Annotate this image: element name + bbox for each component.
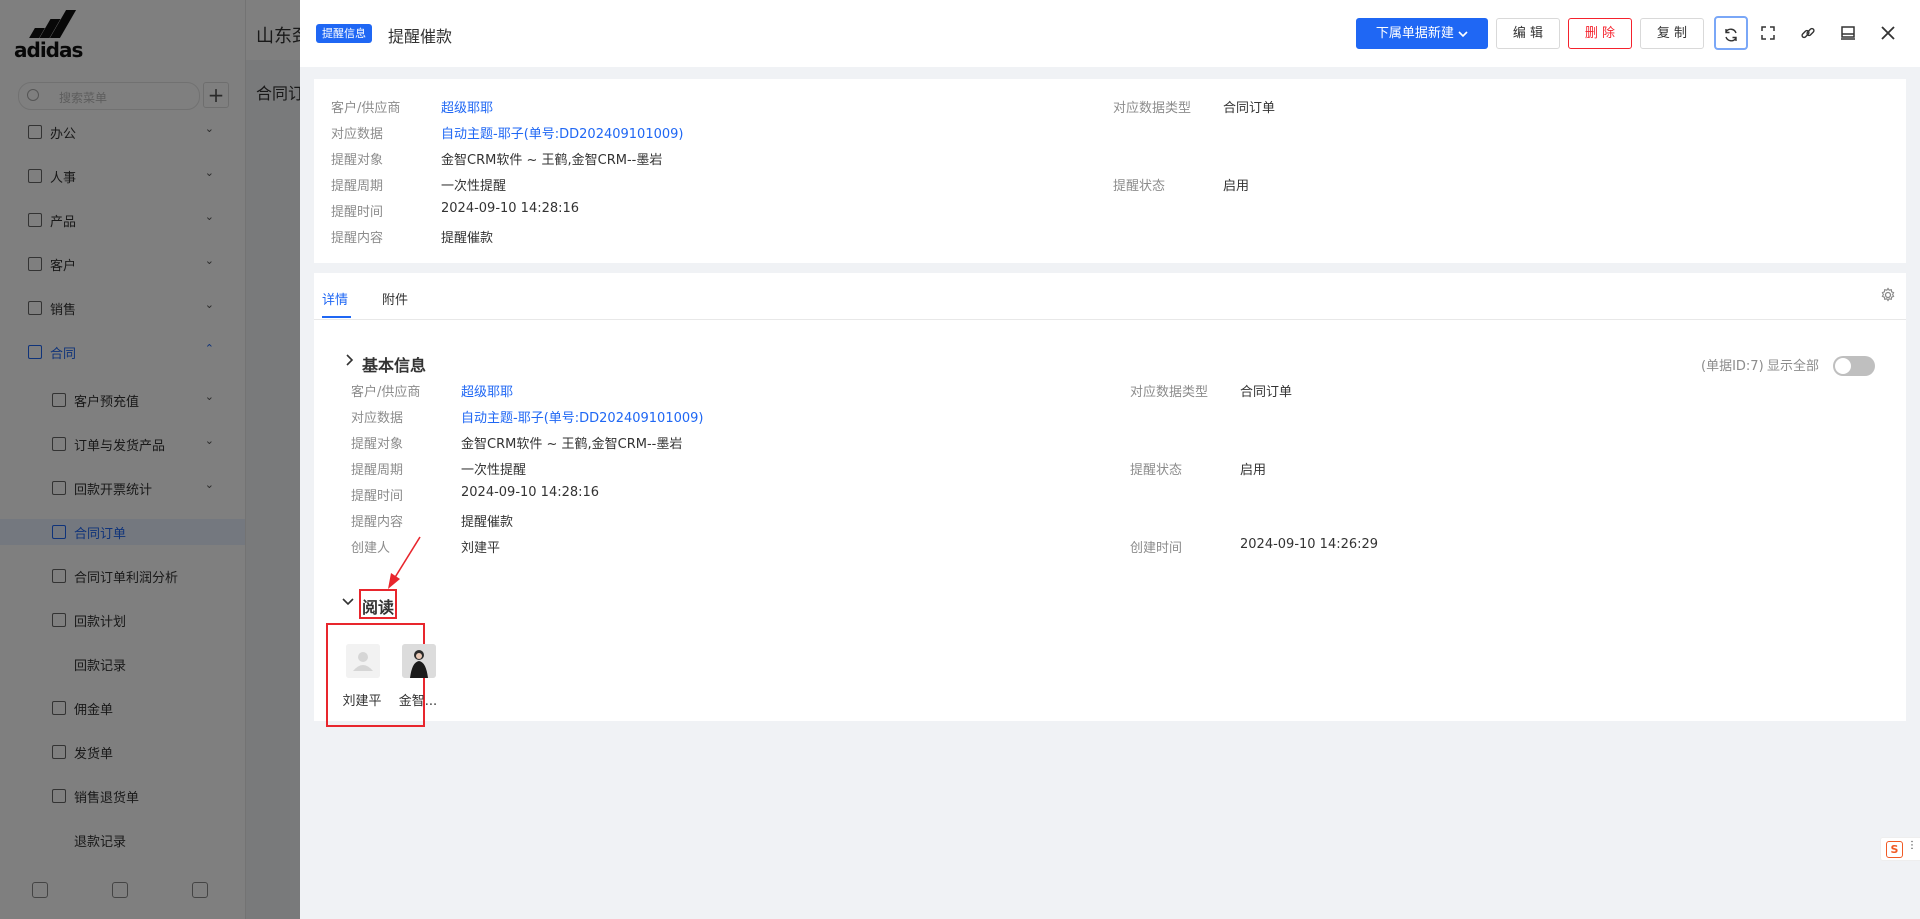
edit-button[interactable]: 编 辑 (1496, 18, 1560, 49)
reader-name: 刘建平 (342, 694, 382, 709)
field-value: 提醒催款 (441, 231, 494, 246)
field-label: 客户/供应商 (331, 101, 401, 116)
field-value: 启用 (1240, 463, 1267, 478)
field-value: 提醒催款 (461, 515, 514, 530)
window-icon[interactable] (1835, 20, 1861, 46)
field-label: 提醒时间 (351, 489, 404, 504)
field-value: 金智CRM软件 ~ 王鹤,金智CRM--墨岩 (441, 153, 663, 168)
new-sub-document-button[interactable]: 下属单据新建 (1356, 18, 1488, 49)
show-all-toggle[interactable] (1833, 356, 1875, 376)
tab-details[interactable]: 详情 (322, 289, 348, 308)
field-label: 提醒对象 (331, 153, 384, 168)
document-id: (单据ID:7) (1701, 359, 1764, 374)
tab-bar: 详情 附件 (314, 273, 1906, 320)
field-label: 提醒内容 (351, 515, 404, 530)
gear-icon[interactable] (1880, 287, 1896, 303)
field-value: 启用 (1223, 179, 1250, 194)
chevron-down-icon (1458, 30, 1468, 37)
section-title-basic-info[interactable]: 基本信息 (362, 352, 426, 376)
reader-item[interactable]: 金智... (392, 644, 442, 724)
chevron-right-icon[interactable] (344, 354, 354, 370)
drawer-title: 提醒催款 (388, 27, 453, 46)
reader-item[interactable]: 刘建平 (336, 644, 386, 724)
chevron-down-icon[interactable] (342, 595, 354, 610)
field-label: 创建时间 (1130, 541, 1183, 556)
field-label: 对应数据类型 (1113, 101, 1192, 116)
field-value: 金智CRM软件 ~ 王鹤,金智CRM--墨岩 (461, 437, 683, 452)
toggle-knob (1835, 358, 1851, 374)
detail-card: 详情 附件 基本信息 (单据ID:7) 显示全部 客户/供应商 超级耶耶 对应数… (314, 273, 1906, 727)
dropdown-icon: ⋮ (1907, 840, 1917, 851)
tab-attachments[interactable]: 附件 (382, 289, 408, 308)
close-icon[interactable] (1875, 20, 1901, 46)
annotation-arrow-icon (388, 536, 421, 589)
field-label: 提醒状态 (1113, 179, 1166, 194)
related-data-link[interactable]: 自动主题-耶子(单号:DD202409101009) (461, 407, 704, 426)
customer-link[interactable]: 超级耶耶 (441, 97, 493, 116)
field-value: 一次性提醒 (441, 179, 507, 194)
detail-drawer: 提醒信息 提醒催款 下属单据新建 编 辑 删 除 复 制 客户/供应商 超级耶耶… (300, 0, 1920, 919)
field-label: 对应数据类型 (1130, 385, 1209, 400)
field-value: 一次性提醒 (461, 463, 527, 478)
refresh-icon[interactable] (1714, 16, 1748, 50)
related-data-link[interactable]: 自动主题-耶子(单号:DD202409101009) (441, 123, 684, 142)
field-label: 对应数据 (351, 411, 404, 426)
field-value: 2024-09-10 14:26:29 (1240, 537, 1379, 552)
field-label: 客户/供应商 (351, 385, 421, 400)
delete-button[interactable]: 删 除 (1568, 18, 1632, 49)
field-label: 提醒周期 (351, 463, 404, 478)
input-method-toolbar[interactable]: S ⋮ (1880, 837, 1920, 861)
field-value: 2024-09-10 14:28:16 (441, 201, 580, 216)
customer-link[interactable]: 超级耶耶 (461, 381, 513, 400)
copy-button[interactable]: 复 制 (1640, 18, 1704, 49)
field-value: 合同订单 (1223, 101, 1276, 116)
photo-avatar (402, 644, 436, 678)
field-value: 刘建平 (461, 541, 501, 556)
reader-name: 金智... (398, 694, 438, 709)
field-label: 提醒内容 (331, 231, 384, 246)
field-value: 2024-09-10 14:28:16 (461, 485, 600, 500)
field-label: 对应数据 (331, 127, 384, 142)
link-icon[interactable] (1795, 20, 1821, 46)
field-value: 合同订单 (1240, 385, 1293, 400)
fullscreen-icon[interactable] (1755, 20, 1781, 46)
field-label: 提醒时间 (331, 205, 384, 220)
summary-card: 客户/供应商 超级耶耶 对应数据 自动主题-耶子(单号:DD2024091010… (314, 79, 1906, 263)
default-user-avatar (346, 644, 380, 678)
show-all-label: 显示全部 (1767, 359, 1820, 374)
type-badge: 提醒信息 (316, 24, 372, 43)
annotation-highlight-title (359, 589, 397, 619)
active-tab-indicator (322, 316, 351, 318)
field-label: 提醒对象 (351, 437, 404, 452)
field-label: 提醒周期 (331, 179, 384, 194)
drawer-header: 提醒信息 提醒催款 下属单据新建 编 辑 删 除 复 制 (300, 0, 1920, 67)
sogou-icon: S (1886, 841, 1903, 858)
field-label: 提醒状态 (1130, 463, 1183, 478)
